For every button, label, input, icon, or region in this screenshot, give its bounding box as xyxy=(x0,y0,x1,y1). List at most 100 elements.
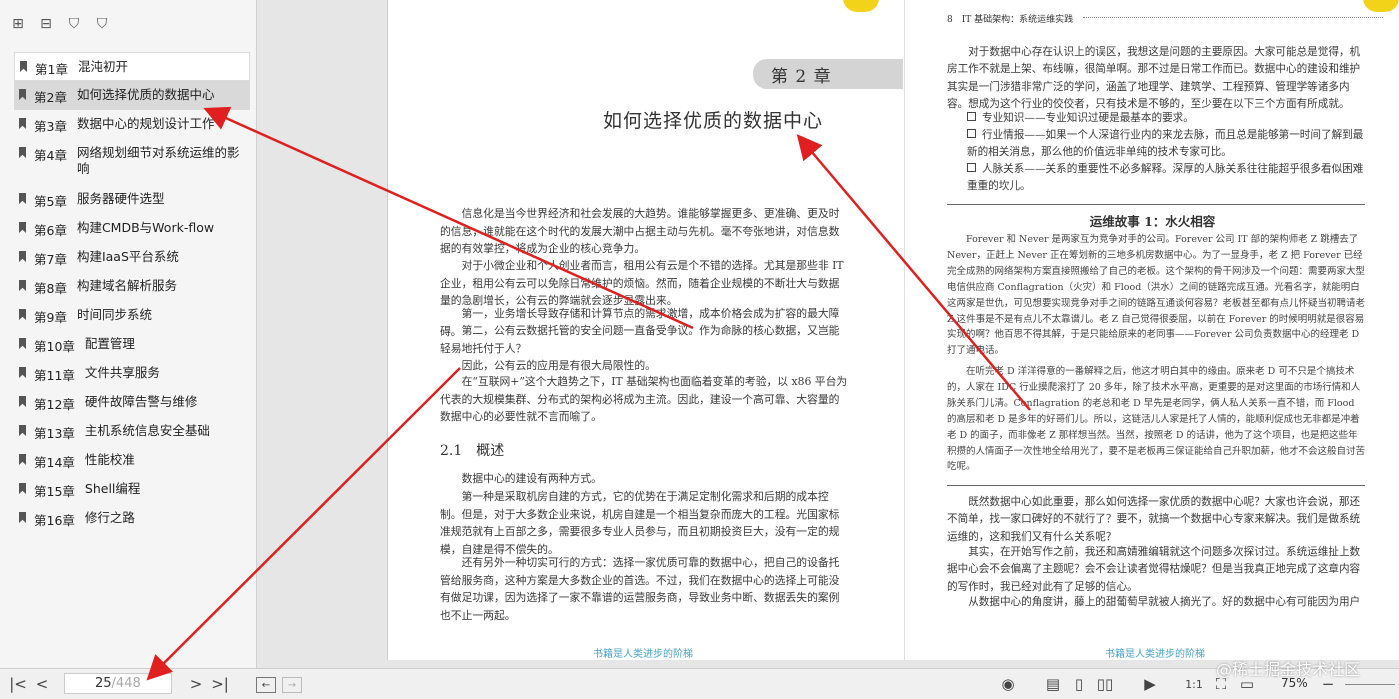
story-title: 运维故事 1：水火相容 xyxy=(1089,214,1216,229)
toc-list: 第1章 混沌初开 第2章 如何选择优质的数据中心 第3章 数据中心的规划设计工作 第4… xyxy=(14,52,250,533)
story-paragraph: 在听完老 D 洋洋得意的一番解释之后，他这才明白其中的缘由。原来老 D 可不只是… xyxy=(947,366,1366,473)
book-page-left: 第 2 章 如何选择优质的数据中心 信息化是当今世界经济和社会发展的大趋势。谁能… xyxy=(387,0,905,660)
toc-item-number: 第12章 xyxy=(34,397,75,412)
bookmark-icon xyxy=(19,222,26,233)
toc-item-title: 如何选择优质的数据中心 xyxy=(76,87,215,102)
paragraph: 还有另外一种切实可行的方式：选择一家优质可靠的数据中心，把自己的设备托管给服务商… xyxy=(440,556,840,622)
toc-item-number: 第6章 xyxy=(34,223,67,238)
toc-item-title: 混沌初开 xyxy=(77,59,128,74)
paragraph: 因此，公有云的应用是有很大局限性的。 xyxy=(461,359,656,372)
toc-item-number: 第13章 xyxy=(34,426,75,441)
sidebar-toolbar: ⊞ ⊟ ⛉ ⛉ xyxy=(8,14,112,38)
toc-item-active[interactable]: 第2章 如何选择优质的数据中心 xyxy=(14,81,250,110)
collapse-all-icon[interactable]: ⊟ xyxy=(36,14,56,34)
paragraph: 在“互联网+”这个大趋势之下，IT 基础架构也面临着变革的考验，以 x86 平台… xyxy=(440,375,848,424)
page-footer: 书籍是人类进步的阶梯 xyxy=(1105,649,1205,660)
toc-item-title: 文件共享服务 xyxy=(84,365,160,380)
bookmark-icon xyxy=(19,338,26,349)
toc-item-number: 第10章 xyxy=(34,339,75,354)
actual-size-icon[interactable]: 1:1 xyxy=(1183,672,1205,696)
single-page-icon[interactable]: ▯ xyxy=(1068,672,1090,696)
paragraph: 其实，在开始写作之前，我还和高婧雅编辑就这个问题多次探讨过。系统运维扯上数据中心… xyxy=(947,546,1361,593)
bookmark-icon xyxy=(19,118,26,129)
toc-item[interactable]: 第16章 修行之路 xyxy=(14,504,250,533)
page-footer: 书籍是人类进步的阶梯 xyxy=(593,649,693,660)
toc-item[interactable]: 第14章 性能校准 xyxy=(14,446,250,475)
toc-item-number: 第11章 xyxy=(34,368,75,383)
checkbox-icon xyxy=(967,129,976,138)
toc-item-number: 第5章 xyxy=(34,194,67,209)
toc-item[interactable]: 第13章 主机系统信息安全基础 xyxy=(14,417,250,446)
bullet-text: 人脉关系——关系的重要性不必多解释。深厚的人脉关系往往能超乎很多看似困难重重的坎… xyxy=(967,163,1364,193)
expand-all-icon[interactable]: ⊞ xyxy=(8,14,28,34)
bullet-text: 专业知识——专业知识过硬是最基本的要求。 xyxy=(982,112,1194,124)
toc-item-number: 第7章 xyxy=(34,252,67,267)
toc-item[interactable]: 第11章 文件共享服务 xyxy=(14,359,250,388)
toc-sidebar: ⊞ ⊟ ⛉ ⛉ 第1章 混沌初开 第2章 如何选择优质的数据中心 第3章 数据中心的规… xyxy=(0,0,257,668)
bullet-item: 人脉关系——关系的重要性不必多解释。深厚的人脉关系往往能超乎很多看似困难重重的坎… xyxy=(967,161,1365,196)
bookmark-icon xyxy=(19,483,26,494)
toc-item[interactable]: 第12章 硬件故障告警与维修 xyxy=(14,388,250,417)
bookmark-icon xyxy=(19,425,26,436)
watermark-text: @稀土掘金技术社区 xyxy=(1216,660,1361,679)
bullet-item: 专业知识——专业知识过硬是最基本的要求。 xyxy=(967,110,1365,127)
toc-item-number: 第15章 xyxy=(34,484,75,499)
toc-item-number: 第9章 xyxy=(34,310,67,325)
running-header: 8 IT 基础架构：系统运维实践 xyxy=(947,15,1074,25)
toc-item-title: 主机系统信息安全基础 xyxy=(84,423,210,438)
bookmark-icon xyxy=(19,367,26,378)
toc-item-title: 数据中心的规划设计工作 xyxy=(76,116,215,131)
toc-item[interactable]: 第1章 混沌初开 xyxy=(14,52,250,81)
paragraph: 从数据中心的角度讲，藤上的甜葡萄早就被人摘光了。好的数据中心有可能因为用户 xyxy=(968,596,1361,608)
toc-item-title: 时间同步系统 xyxy=(76,307,152,322)
toc-item-title: 修行之路 xyxy=(84,510,135,525)
toc-item-title: 构建IaaS平台系统 xyxy=(76,249,179,264)
toc-item-number: 第8章 xyxy=(34,281,67,296)
continuous-view-icon[interactable]: ▤ xyxy=(1042,672,1064,696)
toc-item-title: 网络规划细节对系统运维的影响 xyxy=(76,145,240,176)
bookmark-icon xyxy=(19,309,26,320)
toc-item[interactable]: 第3章 数据中心的规划设计工作 xyxy=(14,110,250,139)
next-page-icon[interactable]: > xyxy=(186,672,206,696)
toc-item[interactable]: 第7章 构建IaaS平台系统 xyxy=(14,243,250,272)
bookmark-add-icon[interactable]: ⛉ xyxy=(64,14,84,34)
bullet-item: 行业情报——如果一个人深谙行业内的来龙去脉，而且总是能够第一时间了解到最新的相关… xyxy=(967,127,1365,162)
bottom-toolbar: |< < 25/448 > >| ← → ◉ ▤ ▯ ▯▯ ▶ 1:1 ⛶ ▭ … xyxy=(0,668,1399,699)
bookmark-icon xyxy=(19,396,26,407)
paragraph: 数据中心的建设有两种方式。 xyxy=(461,472,602,485)
bookmark-icon xyxy=(19,147,26,158)
toc-item[interactable]: 第9章 时间同步系统 xyxy=(14,301,250,330)
bookmark-icon xyxy=(19,454,26,465)
header-divider xyxy=(1083,17,1383,18)
toc-item-number: 第16章 xyxy=(34,513,75,528)
back-icon[interactable]: ← xyxy=(256,677,276,693)
bookmark-icon xyxy=(19,280,26,291)
toc-item-number: 第14章 xyxy=(34,455,75,470)
zoom-slider[interactable] xyxy=(1345,684,1395,685)
paragraph: 第一种是采取机房自建的方式，它的优势在于满足定制化需求和后期的成本控制。但是，对… xyxy=(440,490,840,556)
document-viewer[interactable]: 第 2 章 如何选择优质的数据中心 信息化是当今世界经济和社会发展的大趋势。谁能… xyxy=(257,0,1399,668)
toc-item[interactable]: 第10章 配置管理 xyxy=(14,330,250,359)
paragraph: 既然数据中心如此重要，那么如何选择一家优质的数据中心呢？大家也许会说，那还不简单… xyxy=(947,496,1361,543)
two-page-icon[interactable]: ▯▯ xyxy=(1094,672,1116,696)
mascot-image xyxy=(843,0,879,12)
bookmark-icon xyxy=(19,251,26,262)
toc-item[interactable]: 第5章 服务器硬件选型 xyxy=(14,185,250,214)
toc-item[interactable]: 第4章 网络规划细节对系统运维的影响 xyxy=(14,139,250,185)
bookmark-icon[interactable]: ⛉ xyxy=(92,14,112,34)
forward-icon[interactable]: → xyxy=(282,677,302,693)
play-icon[interactable]: ▶ xyxy=(1140,672,1160,696)
page-number-input[interactable]: 25/448 xyxy=(64,673,172,694)
bookmark-icon xyxy=(19,512,26,523)
first-page-icon[interactable]: |< xyxy=(8,672,28,696)
toc-item[interactable]: 第8章 构建域名解析服务 xyxy=(14,272,250,301)
book-page-right: 8 IT 基础架构：系统运维实践 对于数据中心存在认识上的误区，我想这是问题的主… xyxy=(904,0,1399,660)
prev-page-icon[interactable]: < xyxy=(32,672,52,696)
last-page-icon[interactable]: >| xyxy=(210,672,230,696)
toc-item[interactable]: 第15章 Shell编程 xyxy=(14,475,250,504)
story-paragraph: Forever 和 Never 是两家互为竞争对手的公司。Forever 公司 … xyxy=(947,234,1366,357)
eye-icon[interactable]: ◉ xyxy=(996,672,1020,696)
toc-item-number: 第4章 xyxy=(34,148,67,163)
chapter-tag: 第 2 章 xyxy=(753,59,903,89)
toc-item[interactable]: 第6章 构建CMDB与Work-flow xyxy=(14,214,250,243)
